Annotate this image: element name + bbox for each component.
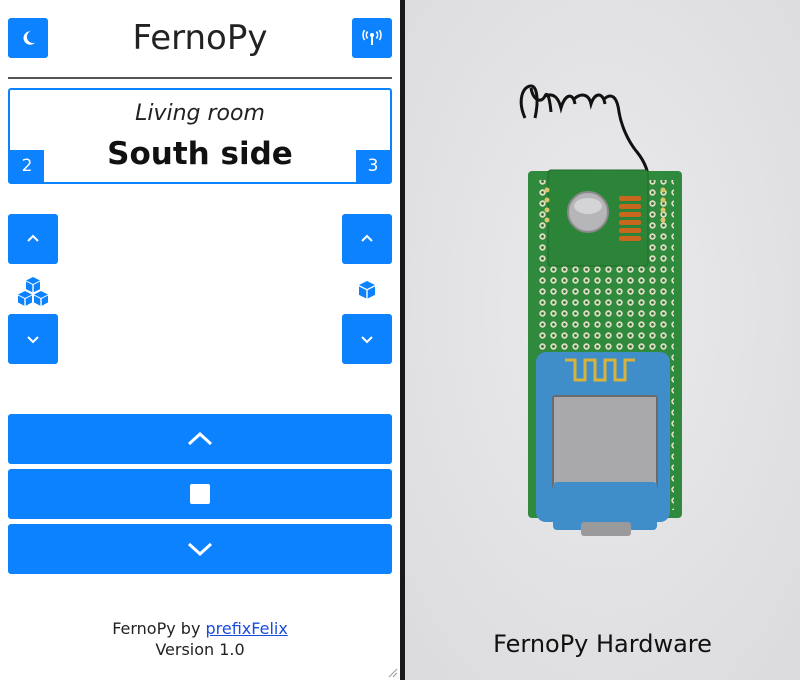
blind-stop-button[interactable] [8,469,392,519]
theme-toggle-button[interactable] [8,18,48,58]
cube-icon [356,280,378,300]
footer-credit: FernoPy by [112,619,206,638]
left-up-button[interactable] [8,214,58,264]
chevron-up-icon [27,234,39,242]
chevron-up-icon [361,234,373,242]
right-down-button[interactable] [342,314,392,364]
header-divider [8,77,392,79]
version-label: Version 1.0 [155,640,245,659]
resize-handle-icon[interactable] [386,666,398,678]
antenna-icon [362,30,382,45]
right-up-button[interactable] [342,214,392,264]
next-group-badge[interactable]: 3 [356,150,390,182]
connection-button[interactable] [352,18,392,58]
stop-icon [190,484,210,504]
room-name: Living room [135,101,265,126]
blind-up-button[interactable] [8,414,392,464]
hardware-panel [405,0,800,680]
page-title: FernoPy [132,18,268,58]
footer: FernoPy by prefixFelix Version 1.0 [0,618,400,660]
chevron-up-icon [187,431,213,446]
blind-down-button[interactable] [8,524,392,574]
control-panel: FernoPy Living room South side 2 3 Ferno… [0,0,400,680]
group-name: South side [107,136,293,172]
room-selector[interactable]: Living room South side 2 3 [8,88,392,184]
chevron-down-icon [187,542,213,557]
left-down-button[interactable] [8,314,58,364]
cubes-icon [16,276,50,306]
chevron-down-icon [27,336,39,344]
moon-icon [23,31,36,45]
author-link[interactable]: prefixFelix [206,619,288,638]
hardware-photo [405,0,800,680]
chevron-down-icon [361,336,373,344]
hardware-caption: FernoPy Hardware [493,630,712,658]
previous-group-badge[interactable]: 2 [10,150,44,182]
